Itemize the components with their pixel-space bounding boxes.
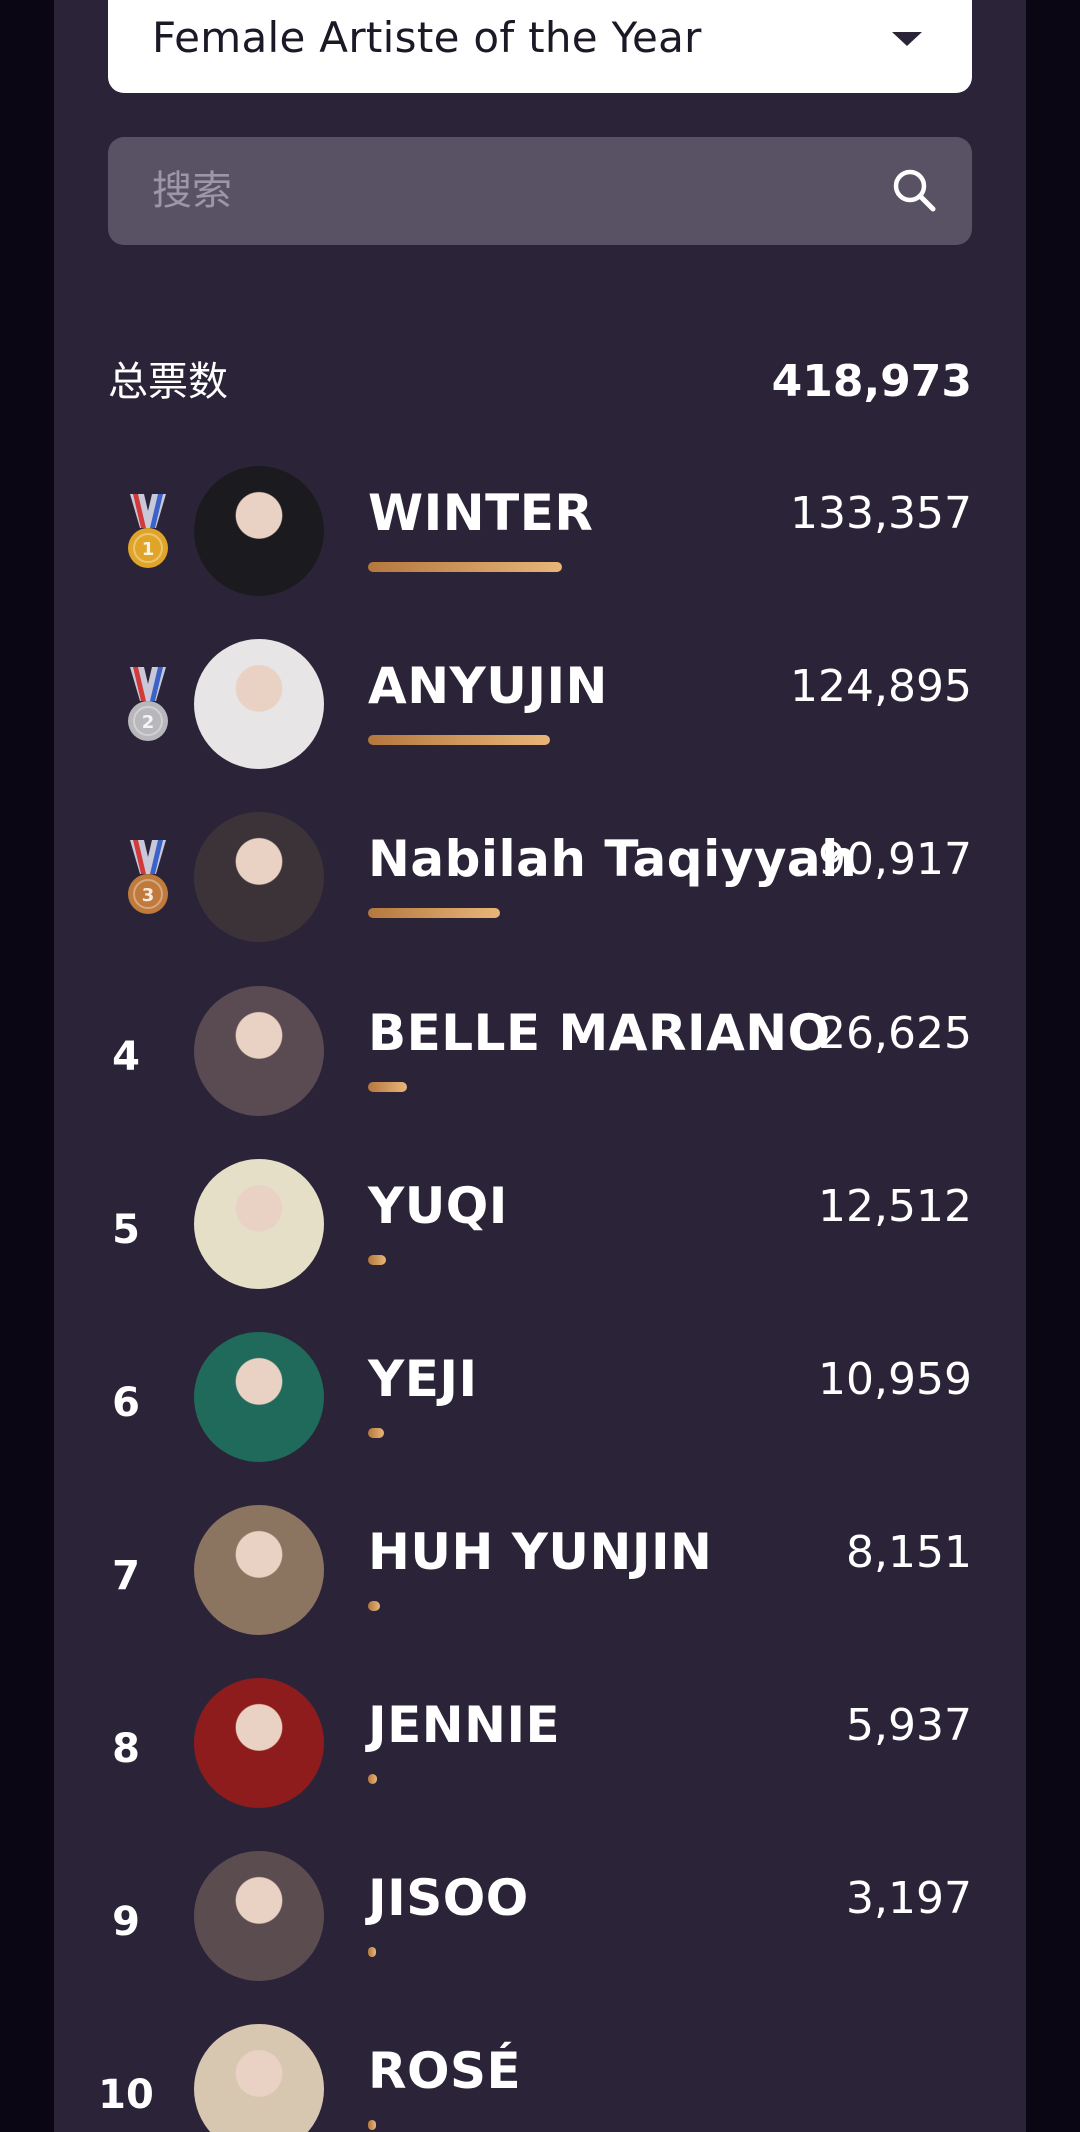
rank-number: 6 bbox=[112, 1380, 140, 1426]
list-item[interactable]: 7 HUH YUNJIN 8,151 bbox=[54, 1505, 1026, 1655]
search-icon[interactable] bbox=[890, 166, 938, 214]
avatar[interactable] bbox=[194, 1851, 324, 1981]
artist-name: ANYUJIN bbox=[368, 657, 608, 715]
medal-gold-icon: 1 bbox=[128, 494, 168, 568]
artist-name: BELLE MARIANO bbox=[368, 1004, 831, 1062]
artist-name: WINTER bbox=[368, 484, 594, 542]
artist-name: YUQI bbox=[368, 1177, 508, 1235]
avatar[interactable] bbox=[194, 1332, 324, 1462]
artist-name: JENNIE bbox=[368, 1696, 561, 1754]
artist-name: JISOO bbox=[368, 1869, 529, 1927]
category-dropdown-label[interactable]: Female Artiste of the Year bbox=[152, 0, 702, 75]
vote-count: 3,197 bbox=[846, 1873, 972, 1924]
vote-bar bbox=[368, 908, 500, 918]
rank-number: 4 bbox=[112, 1034, 140, 1080]
list-item[interactable]: 2 ANYUJIN 124,895 bbox=[54, 639, 1026, 789]
list-item[interactable]: 9 JISOO 3,197 bbox=[54, 1851, 1026, 2001]
avatar[interactable] bbox=[194, 466, 324, 596]
vote-count: 133,357 bbox=[790, 488, 972, 539]
avatar[interactable] bbox=[194, 1678, 324, 1808]
vote-count: 5,937 bbox=[846, 1700, 972, 1751]
vote-bar bbox=[368, 1082, 407, 1092]
rank-number: 8 bbox=[112, 1726, 140, 1772]
rank-number: 5 bbox=[112, 1207, 140, 1253]
list-item[interactable]: 4 BELLE MARIANO 26,625 bbox=[54, 986, 1026, 1136]
chevron-down-icon[interactable] bbox=[892, 32, 922, 46]
avatar[interactable] bbox=[194, 1159, 324, 1289]
vote-bar bbox=[368, 1428, 384, 1438]
avatar[interactable] bbox=[194, 812, 324, 942]
vote-bar bbox=[368, 1255, 386, 1265]
vote-bar bbox=[368, 735, 550, 745]
total-votes-label: 总票数 bbox=[108, 359, 228, 405]
vote-bar bbox=[368, 1774, 377, 1784]
artist-name: HUH YUNJIN bbox=[368, 1523, 713, 1581]
medal-silver-icon: 2 bbox=[128, 667, 168, 741]
medal-number: 3 bbox=[142, 885, 155, 906]
list-item[interactable]: 8 JENNIE 5,937 bbox=[54, 1678, 1026, 1828]
list-item[interactable]: 10 ROSÉ bbox=[54, 2024, 1026, 2132]
vote-count: 12,512 bbox=[818, 1181, 972, 1232]
artist-name: Nabilah Taqiyyah bbox=[368, 830, 858, 888]
avatar[interactable] bbox=[194, 1505, 324, 1635]
avatar[interactable] bbox=[194, 639, 324, 769]
vote-count: 26,625 bbox=[818, 1008, 972, 1059]
search-input[interactable]: 搜索 bbox=[152, 137, 232, 245]
rank-number: 10 bbox=[98, 2072, 154, 2118]
total-votes-value: 418,973 bbox=[771, 356, 972, 407]
artist-name: ROSÉ bbox=[368, 2042, 522, 2100]
search-box[interactable] bbox=[108, 137, 972, 245]
medal-number: 1 bbox=[142, 539, 155, 560]
rank-number: 9 bbox=[112, 1899, 140, 1945]
vote-count: 8,151 bbox=[846, 1527, 972, 1578]
list-item[interactable]: 6 YEJI 10,959 bbox=[54, 1332, 1026, 1482]
vote-bar bbox=[368, 1601, 380, 1611]
avatar[interactable] bbox=[194, 986, 324, 1116]
list-item[interactable]: 5 YUQI 12,512 bbox=[54, 1159, 1026, 1309]
list-item[interactable]: 1 WINTER 133,357 bbox=[54, 466, 1026, 616]
vote-count: 10,959 bbox=[818, 1354, 972, 1405]
vote-count: 124,895 bbox=[790, 661, 972, 712]
vote-count: 90,917 bbox=[818, 834, 972, 885]
medal-bronze-icon: 3 bbox=[128, 840, 168, 914]
medal-number: 2 bbox=[142, 712, 155, 733]
vote-bar bbox=[368, 2120, 376, 2130]
rank-number: 7 bbox=[112, 1553, 140, 1599]
voting-panel: Female Artiste of the Year 搜索 总票数 418,97… bbox=[54, 0, 1026, 2132]
list-item[interactable]: 3 Nabilah Taqiyyah 90,917 bbox=[54, 812, 1026, 962]
artist-name: YEJI bbox=[368, 1350, 478, 1408]
vote-bar bbox=[368, 562, 562, 572]
vote-bar bbox=[368, 1947, 376, 1957]
avatar[interactable] bbox=[194, 2024, 324, 2132]
